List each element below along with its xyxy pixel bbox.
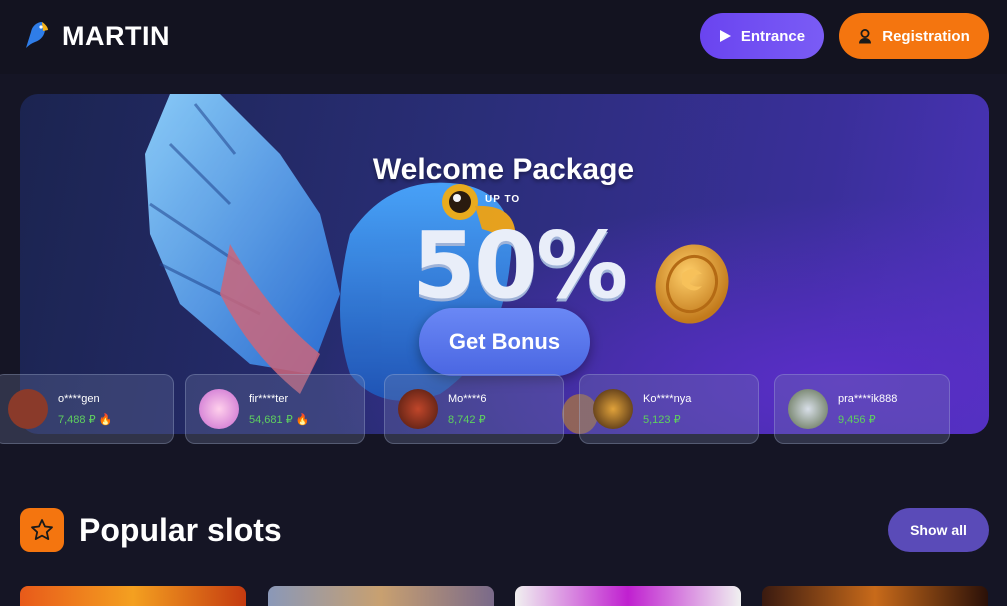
slot-card[interactable] — [515, 586, 741, 606]
winner-name: fir****ter — [249, 393, 289, 405]
slot-card[interactable] — [20, 586, 246, 606]
winner-amount: 9,456 ₽ — [838, 414, 876, 426]
fire-icon: 🔥 — [295, 414, 310, 426]
winner-name: Mo****6 — [448, 393, 487, 405]
coin-icon — [655, 244, 729, 324]
registration-label: Registration — [882, 27, 970, 45]
winner-name: pra****ik888 — [838, 393, 898, 405]
registration-button[interactable]: Registration — [839, 13, 989, 59]
avatar — [788, 389, 828, 429]
slot-card[interactable] — [268, 586, 494, 606]
winner-card[interactable]: pra****ik888 9,456 ₽ — [774, 374, 950, 444]
entrance-button[interactable]: Entrance — [700, 13, 824, 59]
entrance-label: Entrance — [740, 27, 806, 45]
winner-amount: 5,123 ₽ — [643, 414, 681, 426]
play-icon — [719, 30, 731, 42]
winner-amount: 54,681 ₽ 🔥 — [249, 413, 309, 426]
winner-card[interactable]: Mo****6 8,742 ₽ — [384, 374, 564, 444]
winner-card[interactable]: o****gen 7,488 ₽ 🔥 — [0, 374, 174, 444]
brand-logo[interactable]: MARTIN — [24, 20, 170, 52]
top-header: MARTIN Entrance Registration — [0, 0, 1007, 74]
slot-card[interactable] — [762, 586, 988, 606]
winner-card[interactable]: Ko****nya 5,123 ₽ — [579, 374, 759, 444]
banner-percent: 50% — [412, 212, 628, 319]
fire-icon: 🔥 — [98, 414, 113, 426]
banner-upto: UP TO — [485, 194, 521, 205]
banner-title: Welcome Package — [372, 153, 635, 186]
winner-name: o****gen — [58, 393, 100, 405]
show-all-button[interactable]: Show all — [888, 508, 989, 552]
brand-name: MARTIN — [62, 20, 170, 51]
winner-amount: 8,742 ₽ — [448, 414, 486, 426]
winner-name: Ko****nya — [643, 393, 692, 405]
winner-amount: 7,488 ₽ 🔥 — [58, 413, 112, 426]
parrot-logo-icon — [26, 22, 48, 48]
winner-amount-value: 7,488 ₽ — [58, 414, 96, 426]
winner-amount-value: 54,681 ₽ — [249, 414, 293, 426]
avatar — [398, 389, 438, 429]
avatar — [199, 389, 239, 429]
avatar — [593, 389, 633, 429]
avatar — [8, 389, 48, 429]
popular-slots-icon — [20, 508, 64, 552]
winner-card[interactable]: fir****ter 54,681 ₽ 🔥 — [185, 374, 365, 444]
star-icon — [31, 519, 53, 540]
user-icon — [859, 28, 872, 43]
get-bonus-button[interactable]: Get Bonus — [419, 308, 590, 376]
section-title: Popular slots — [79, 512, 282, 548]
